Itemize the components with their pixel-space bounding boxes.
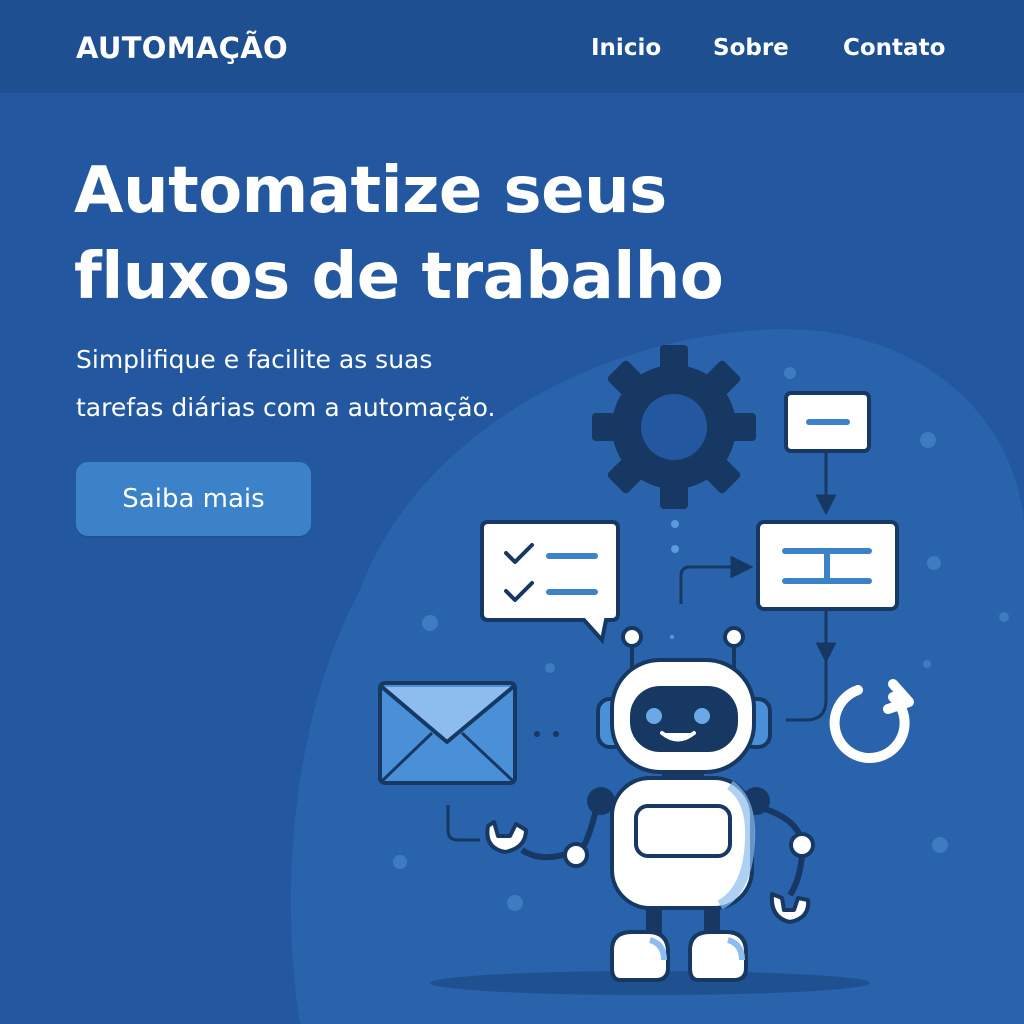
hero-title-line-2: fluxos de trabalho <box>74 240 724 314</box>
brand-logo[interactable]: AUTOMAÇÃO <box>76 28 288 68</box>
navbar: AUTOMAÇÃO Inicio Sobre Contato <box>0 0 1024 92</box>
landing-page: AUTOMAÇÃO Inicio Sobre Contato Automatiz… <box>0 0 1024 1024</box>
hero-subtitle: Simplifique e facilite as suas tarefas d… <box>76 336 596 432</box>
hero-title: Automatize seus fluxos de trabalho <box>74 148 774 320</box>
saiba-mais-button[interactable]: Saiba mais <box>76 462 311 536</box>
hero-subtitle-line-1: Simplifique e facilite as suas <box>76 345 433 374</box>
nav-link-contato[interactable]: Contato <box>843 30 945 66</box>
nav-link-inicio[interactable]: Inicio <box>591 30 661 66</box>
hero-subtitle-line-2: tarefas diárias com a automação. <box>76 393 496 422</box>
nav-link-sobre[interactable]: Sobre <box>713 30 789 66</box>
hero-title-line-1: Automatize seus <box>74 154 667 228</box>
